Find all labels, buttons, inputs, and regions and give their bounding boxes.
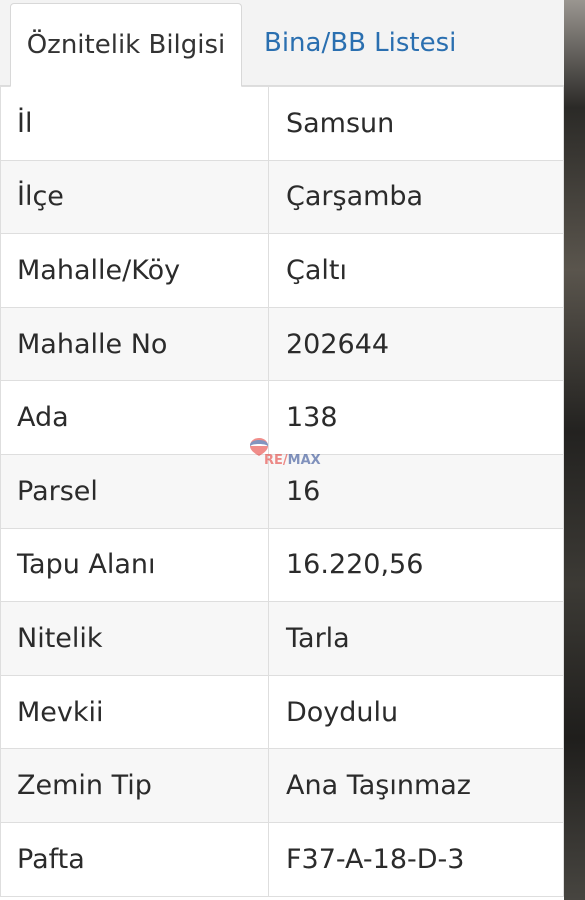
table-row: İlçe Çarşamba [0, 159, 564, 235]
attribute-value: Tarla [268, 601, 564, 676]
remax-watermark-logo: RE/MAX [250, 438, 321, 466]
attribute-key: Ada [0, 380, 269, 455]
attribute-key: Parsel [0, 453, 269, 529]
attribute-value: 202644 [268, 306, 564, 382]
attribute-key: Tapu Alanı [0, 527, 269, 603]
table-row: İl Samsun [0, 86, 564, 161]
background-map-strip [564, 0, 585, 900]
attribute-value: 16.220,56 [268, 527, 564, 603]
table-row: Nitelik Tarla [0, 601, 564, 676]
table-row: Tapu Alanı 16.220,56 [0, 527, 564, 603]
tab-bina-bb-listesi[interactable]: Bina/BB Listesi [242, 0, 564, 85]
attribute-value: Ana Taşınmaz [268, 748, 564, 823]
attribute-table: İl Samsun İlçe Çarşamba Mahalle/Köy Çalt… [0, 86, 564, 897]
attribute-value: Samsun [268, 86, 564, 161]
attribute-key: Zemin Tip [0, 748, 269, 823]
attribute-key: Nitelik [0, 601, 269, 676]
attribute-key: Mahalle/Köy [0, 233, 269, 308]
attribute-key: İlçe [0, 159, 269, 235]
table-row: Mahalle No 202644 [0, 306, 564, 382]
watermark-text: RE/MAX [264, 453, 321, 466]
attribute-key: İl [0, 86, 269, 161]
tab-bar: Öznitelik Bilgisi Bina/BB Listesi [0, 0, 564, 87]
attribute-value: Çaltı [268, 233, 564, 308]
table-row: Pafta F37-A-18-D-3 [0, 821, 564, 897]
attribute-value: Çarşamba [268, 159, 564, 235]
attribute-key: Mevkii [0, 674, 269, 750]
attribute-key: Pafta [0, 821, 269, 897]
tab-oznitelik-bilgisi[interactable]: Öznitelik Bilgisi [10, 3, 242, 87]
attribute-value: F37-A-18-D-3 [268, 821, 564, 897]
table-row: Zemin Tip Ana Taşınmaz [0, 748, 564, 823]
attribute-value: Doydulu [268, 674, 564, 750]
attribute-key: Mahalle No [0, 306, 269, 382]
table-row: Mevkii Doydulu [0, 674, 564, 750]
table-row: Mahalle/Köy Çaltı [0, 233, 564, 308]
